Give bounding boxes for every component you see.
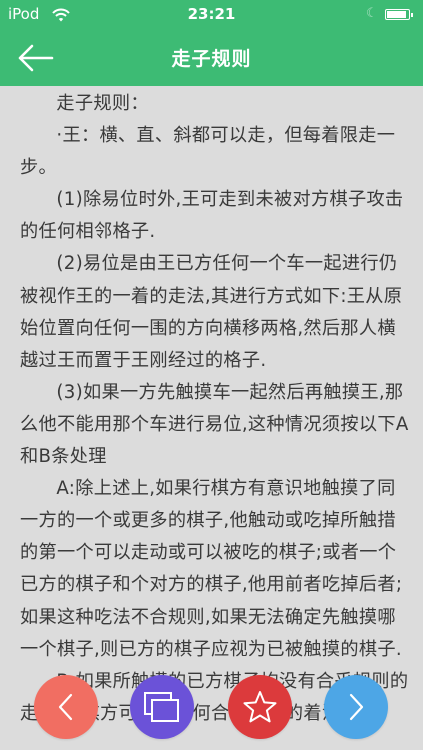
chevron-left-icon xyxy=(58,693,73,721)
clock: 23:21 xyxy=(187,5,236,23)
article-paragraph: (1)除易位时外,王可走到未被对方棋子攻击的任何相邻格子. xyxy=(20,189,404,243)
page-title: 走子规则 xyxy=(171,48,252,70)
status-bar: iPod 23:21 ☾ xyxy=(0,0,423,30)
article-paragraph: (3)如果一方先触摸车一起然后再触摸王,那么他不能用那个车进行易位,这种情况须按… xyxy=(20,381,409,468)
favorite-button[interactable] xyxy=(228,675,292,739)
article-paragraph: A:除上述上,如果行棋方有意识地触摸了同一方的一个或更多的棋子,他触动或吃掉所触… xyxy=(20,478,403,660)
article-paragraph: (2)易位是由王已方任何一个车一起进行仍被视作王的一着的走法,其进行方式如下:王… xyxy=(20,253,403,371)
windows-icon xyxy=(144,692,179,722)
nav-bar: 走子规则 xyxy=(0,30,423,86)
article-heading: 走子规则： xyxy=(56,93,149,114)
star-icon xyxy=(243,691,277,723)
prev-page-button[interactable] xyxy=(34,675,98,739)
windows-button[interactable] xyxy=(130,675,194,739)
moon-icon: ☾ xyxy=(366,6,378,21)
next-page-button[interactable] xyxy=(324,675,388,739)
article-content[interactable]: 走子规则： ·王：横、直、斜都可以走，但每着限走一步。 (1)除易位时外,王可走… xyxy=(0,86,423,750)
battery-icon xyxy=(385,9,413,20)
chevron-right-icon xyxy=(349,693,364,721)
article-paragraph: ·王：横、直、斜都可以走，但每着限走一步。 xyxy=(20,125,396,179)
battery-fill xyxy=(387,11,406,18)
